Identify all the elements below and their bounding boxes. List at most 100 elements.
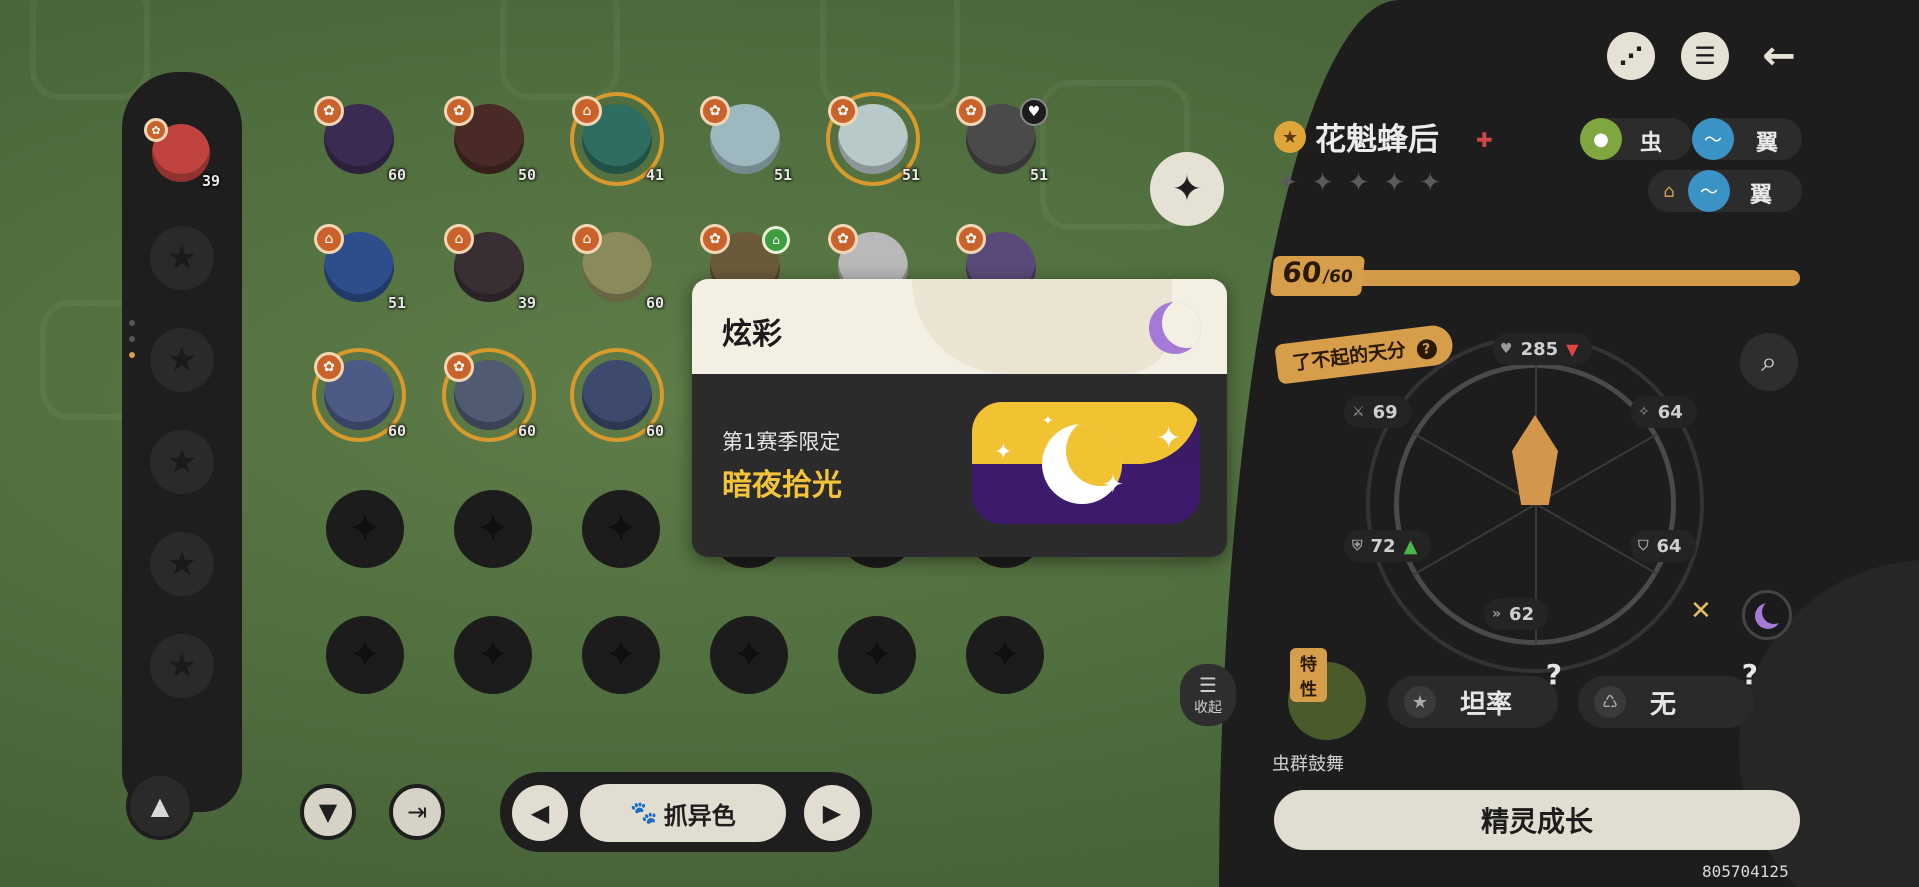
pet-level: 60 (387, 166, 406, 184)
wing-icon: 〜 (1688, 170, 1730, 212)
bg-pattern (500, 0, 620, 100)
type-label: 翼 (1756, 131, 1779, 156)
empty-slot[interactable] (454, 490, 532, 568)
user-id: 805704125 (1702, 862, 1789, 881)
sparkle-icon: ✦ (994, 440, 1013, 465)
roster-pet-15[interactable]: 60 (574, 352, 664, 440)
back-arrow-icon: ← (1762, 33, 1796, 79)
team-slot-1[interactable]: ✿ 39 (144, 118, 220, 190)
nature-card[interactable]: ★ 坦率 ? (1388, 658, 1562, 728)
decrease-arrow-icon: ▼ (1566, 339, 1579, 359)
pet-level: 51 (773, 166, 792, 184)
empty-slot[interactable] (710, 616, 788, 694)
roster-pet-14[interactable]: ✿ 60 (444, 352, 536, 440)
stat-hp: ♥ 285 ▼ (1492, 333, 1593, 365)
fire-icon: ✿ (444, 352, 474, 382)
stat-attack: ⚔ 69 (1344, 396, 1412, 428)
empty-slot[interactable] (326, 616, 404, 694)
fire-icon: ✿ (700, 96, 730, 126)
fire-icon: ✿ (700, 224, 730, 254)
team-slot-3[interactable] (150, 328, 214, 392)
roster-pet-3[interactable]: ⌂ 41 (572, 96, 664, 184)
pet-level: 51 (1029, 166, 1048, 184)
prev-page-button[interactable]: ◀ (512, 785, 568, 841)
star-icon: ★ (1404, 686, 1436, 718)
next-page-button[interactable]: ▶ (804, 785, 860, 841)
storage-button[interactable]: ⇥ (389, 784, 445, 840)
stat-value: 285 (1520, 338, 1559, 360)
type-badge-bug[interactable]: ● 虫 (1580, 118, 1692, 160)
secondary-card[interactable]: ♺ 无 ? (1578, 658, 1758, 728)
scroll-dot-active (129, 352, 135, 358)
fire-icon: ✿ (314, 352, 344, 382)
scroll-dot (129, 320, 135, 326)
empty-slot[interactable] (966, 616, 1044, 694)
moon-icon (1755, 600, 1786, 629)
roster-pet-1[interactable]: ✿ 60 (314, 96, 406, 184)
fire-icon: ✿ (956, 224, 986, 254)
team-slot-2[interactable] (150, 226, 214, 290)
empty-slot[interactable] (838, 616, 916, 694)
trait-tag: 特性 (1290, 648, 1327, 702)
stat-value: 64 (1657, 401, 1683, 423)
bug-icon: ● (1580, 118, 1622, 160)
pet-level: 50 (517, 166, 536, 184)
roster-pet-5[interactable]: ✿ 51 (828, 96, 920, 184)
stat-speed: » 62 (1484, 598, 1549, 630)
filter-button[interactable]: ▼ (300, 784, 356, 840)
roster-pet-6[interactable]: ✿ ♥ 51 (956, 96, 1048, 184)
empty-slot[interactable] (454, 616, 532, 694)
shield-icon: ⛨ (1352, 538, 1363, 554)
roster-pet-9[interactable]: ⌂ 60 (572, 224, 664, 312)
house-icon: ⌂ (572, 96, 602, 126)
catch-shiny-button[interactable]: 🐾 抓异色 (580, 784, 786, 842)
secondary-label: 无 (1650, 690, 1677, 720)
empty-slot[interactable] (326, 490, 404, 568)
pet-emblem-button[interactable]: ✦ (1150, 152, 1224, 226)
crescent-moon-icon (1149, 302, 1201, 354)
list-button[interactable]: ☰ (1681, 32, 1729, 80)
pet-level: 51 (387, 294, 406, 312)
sparkle-icon: ✦ (1156, 421, 1182, 456)
help-icon[interactable]: ? (1742, 658, 1758, 691)
type-badge-wing[interactable]: 〜 翼 (1692, 118, 1802, 160)
sparkle-icon: ✦ (1042, 413, 1054, 429)
home-icon: ⌂ (762, 226, 790, 254)
crossed-swords-icon[interactable]: ✕ (1690, 596, 1730, 636)
house-icon: ⌂ (572, 224, 602, 254)
team-slot-6[interactable] (150, 634, 214, 698)
back-button[interactable]: ← (1755, 32, 1803, 80)
roster-pet-4[interactable]: ✿ 51 (700, 96, 792, 184)
fold-button[interactable]: ☰ 收起 (1180, 664, 1236, 726)
popup-title: 炫彩 (722, 317, 782, 352)
empty-slot[interactable] (582, 616, 660, 694)
level-max: /60 (1321, 267, 1354, 287)
roster-pet-2[interactable]: ✿ 50 (444, 96, 536, 184)
grow-label: 精灵成长 (1480, 805, 1593, 838)
heart-icon: ♥ (1500, 341, 1513, 357)
shiny-toggle-button[interactable] (1742, 590, 1792, 640)
roster-pet-8[interactable]: ⌂ 39 (444, 224, 536, 312)
team-slot-4[interactable] (150, 430, 214, 494)
empty-slot[interactable] (582, 490, 660, 568)
rank-stars: ✦ ✦ ✦ ✦ ✦ (1276, 168, 1441, 198)
roster-pet-13[interactable]: ✿ 60 (314, 352, 406, 440)
magnify-button[interactable]: ⌕ (1740, 333, 1798, 391)
type-badge-secondary[interactable]: ⌂ 〜 翼 (1648, 170, 1802, 212)
stat-special-attack: ✧ 64 (1630, 396, 1697, 428)
house-icon: ⌂ (1663, 180, 1675, 202)
roster-pet-7[interactable]: ⌂ 51 (314, 224, 406, 312)
popup-subtitle: 第1赛季限定 (722, 430, 841, 454)
magic-shield-icon: ⛉ (1638, 538, 1649, 554)
star-icon: ✦ (1347, 168, 1370, 198)
level-label: 60 /60 (1269, 256, 1365, 296)
hat-icon[interactable]: ▲ (126, 772, 194, 840)
pin-icon[interactable]: ✚ (1476, 128, 1493, 152)
cat-emblem-icon: ✦ (1171, 168, 1203, 210)
nature-label: 坦率 (1460, 690, 1513, 720)
team-slot-5[interactable] (150, 532, 214, 596)
scroll-dot (129, 336, 135, 342)
share-button[interactable]: ⋰ (1607, 32, 1655, 80)
help-icon[interactable]: ? (1546, 658, 1562, 691)
grow-button[interactable]: 精灵成长 (1274, 790, 1800, 850)
